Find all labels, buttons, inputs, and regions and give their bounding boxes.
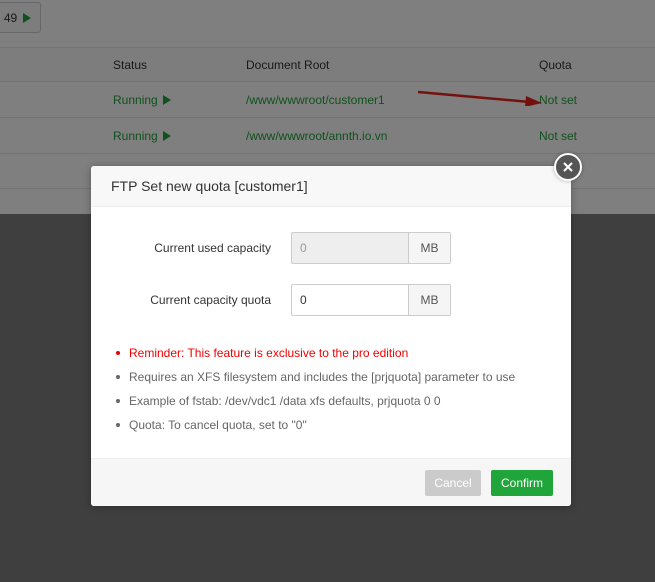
help-notes: Reminder: This feature is exclusive to t…	[115, 344, 515, 440]
used-capacity-input	[291, 232, 408, 264]
close-button[interactable]	[554, 153, 582, 181]
cancel-button[interactable]: Cancel	[425, 470, 481, 496]
used-capacity-row: Current used capacity MB	[91, 232, 571, 264]
fstab-example-note: Example of fstab: /dev/vdc1 /data xfs de…	[115, 392, 515, 416]
capacity-quota-group: MB	[291, 284, 451, 316]
capacity-quota-row: Current capacity quota MB	[91, 284, 571, 316]
cancel-quota-note: Quota: To cancel quota, set to "0"	[115, 416, 515, 440]
pro-reminder-note: Reminder: This feature is exclusive to t…	[115, 344, 515, 368]
capacity-quota-unit: MB	[408, 284, 451, 316]
dialog-footer: Cancel Confirm	[91, 458, 571, 506]
close-icon	[563, 162, 573, 172]
capacity-quota-label: Current capacity quota	[150, 293, 271, 307]
quota-dialog: FTP Set new quota [customer1] Current us…	[91, 153, 582, 506]
used-capacity-label: Current used capacity	[154, 241, 271, 255]
used-capacity-unit: MB	[408, 232, 451, 264]
confirm-button[interactable]: Confirm	[491, 470, 553, 496]
dialog-header: FTP Set new quota [customer1]	[91, 166, 571, 207]
used-capacity-group: MB	[291, 232, 451, 264]
dialog-title: FTP Set new quota [customer1]	[111, 178, 308, 194]
xfs-requirement-note: Requires an XFS filesystem and includes …	[115, 368, 515, 392]
capacity-quota-input[interactable]	[291, 284, 408, 316]
